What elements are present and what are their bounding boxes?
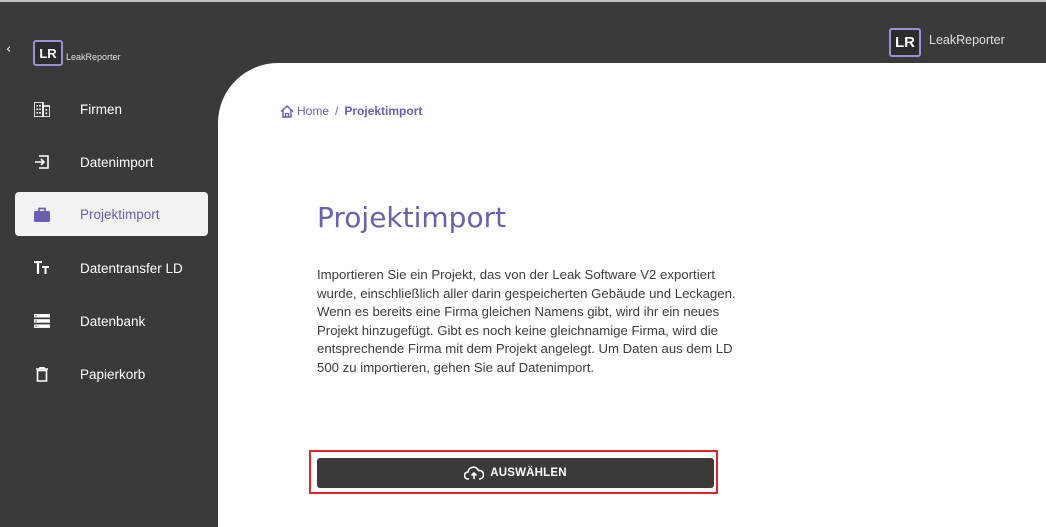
page-title: Projektimport — [317, 201, 507, 234]
sidebar-item-label: Firmen — [80, 101, 123, 117]
sidebar-item-datenimport[interactable]: Datenimport — [15, 140, 208, 184]
select-file-button[interactable]: AUSWÄHLEN — [317, 458, 714, 488]
home-icon[interactable] — [280, 104, 294, 118]
collapse-sidebar-icon[interactable]: ‹ — [6, 43, 11, 57]
text-size-icon — [31, 258, 53, 278]
main-content: Home / Projektimport Projektimport Impor… — [218, 63, 1046, 527]
sidebar-item-label: Papierkorb — [80, 366, 146, 382]
import-icon — [31, 152, 53, 172]
sidebar-item-label: Datenimport — [80, 154, 154, 170]
sidebar-app-name: LeakReporter — [66, 52, 121, 62]
sidebar-item-datenbank[interactable]: Datenbank — [15, 299, 208, 343]
breadcrumb-home-link[interactable]: Home — [297, 104, 329, 118]
sidebar-logo: LR — [33, 40, 63, 66]
top-border — [0, 0, 1046, 2]
app-window: ‹ LR LeakReporter LR LeakReporter Firmen… — [0, 0, 1046, 527]
sidebar-item-label: Datentransfer LD — [80, 260, 183, 276]
storage-icon — [31, 311, 53, 331]
header-logo: LR — [889, 28, 921, 57]
briefcase-icon — [31, 204, 53, 224]
building-icon — [31, 99, 53, 119]
select-file-button-label: AUSWÄHLEN — [490, 467, 567, 479]
sidebar-item-papierkorb[interactable]: Papierkorb — [15, 352, 208, 396]
page-description: Importieren Sie ein Projekt, das von der… — [317, 267, 736, 375]
breadcrumb: Home / Projektimport — [280, 104, 422, 118]
header-app-name: LeakReporter — [929, 33, 1005, 47]
breadcrumb-current: Projektimport — [344, 104, 423, 118]
sidebar-item-label: Projektimport — [80, 206, 160, 222]
sidebar-item-datentransfer-ld[interactable]: Datentransfer LD — [15, 246, 208, 290]
breadcrumb-separator: / — [335, 104, 339, 118]
cloud-upload-icon — [464, 466, 485, 480]
sidebar-item-label: Datenbank — [80, 313, 146, 329]
sidebar-item-projektimport[interactable]: Projektimport — [15, 192, 208, 236]
trash-icon — [31, 364, 53, 384]
sidebar-item-firmen[interactable]: Firmen — [15, 87, 208, 131]
